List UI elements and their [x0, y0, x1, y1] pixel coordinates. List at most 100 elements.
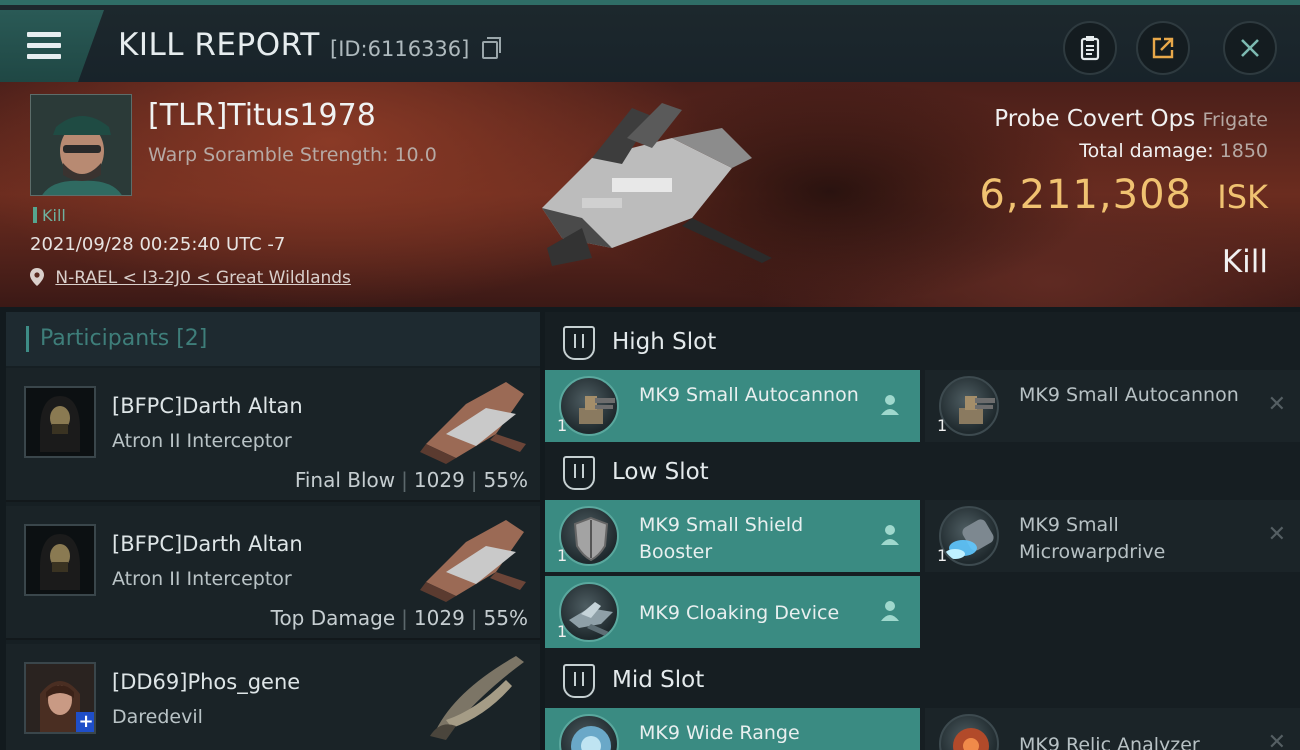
- total-damage: Total damage: 1850: [1079, 140, 1268, 162]
- cloaking-device-icon: [559, 582, 619, 642]
- location-link[interactable]: N-RAEL < I3-2J0 < Great Wildlands: [55, 268, 351, 288]
- participant-percent: 55%: [483, 468, 528, 492]
- autocannon-icon: [559, 376, 619, 436]
- destroyed-x-icon: ✕: [1267, 730, 1286, 750]
- kill-timestamp: 2021/09/28 00:25:40 UTC -7: [30, 234, 286, 255]
- module-quantity: 1: [557, 416, 568, 435]
- kill-location[interactable]: N-RAEL < I3-2J0 < Great Wildlands: [30, 268, 351, 288]
- module-name: MK9 Wide Range: [639, 722, 800, 744]
- participant-ship-image: [420, 382, 526, 464]
- participant-stats: Final Blow | 1029 | 55%: [294, 468, 528, 492]
- dropped-person-icon: [881, 395, 899, 415]
- isk-unit: ISK: [1217, 178, 1268, 216]
- low-slot-header: Low Slot: [545, 446, 1300, 502]
- participant-ship-image: [420, 520, 526, 602]
- participant-ship: Atron II Interceptor: [112, 430, 292, 452]
- autocannon-icon: [939, 376, 999, 436]
- low-slot-icon: [563, 456, 595, 490]
- participant-damage: 1029: [413, 468, 465, 492]
- scanner-icon: [559, 714, 619, 750]
- participant-avatar[interactable]: +: [24, 662, 96, 734]
- module-name: MK9 Small Autocannon: [1019, 384, 1239, 406]
- victim-name[interactable]: [TLR]Titus1978: [148, 98, 376, 133]
- clipboard-button[interactable]: [1063, 21, 1117, 75]
- participants-header: Participants [2]: [6, 312, 540, 366]
- close-button[interactable]: [1223, 21, 1277, 75]
- total-damage-label: Total damage:: [1079, 140, 1214, 162]
- mid-slot-header: Mid Slot: [545, 654, 1300, 710]
- participant-avatar[interactable]: [24, 524, 96, 596]
- fitting-panel: High Slot 1 MK9 Small Autocannon 1 MK9 S…: [545, 312, 1300, 750]
- relic-analyzer-icon: [939, 714, 999, 750]
- shield-booster-icon: [559, 506, 619, 566]
- slot-title: Mid Slot: [612, 667, 705, 693]
- module-quantity: 1: [557, 622, 568, 641]
- kill-result: Kill: [1221, 244, 1268, 280]
- ship-name-text: Probe Covert Ops: [994, 106, 1196, 132]
- kill-banner: [TLR]Titus1978 Warp Soramble Strength: 1…: [0, 82, 1300, 307]
- participants-panel: Participants [2] [BFPC]Darth Altan Atron…: [6, 312, 540, 750]
- module-quantity: 1: [557, 546, 568, 565]
- participant-avatar[interactable]: [24, 386, 96, 458]
- module-item[interactable]: 1 MK9 Cloaking Device: [545, 576, 920, 648]
- participant-name: [DD69]Phos_gene: [112, 670, 301, 694]
- dropped-person-icon: [881, 601, 899, 621]
- participant-row[interactable]: + [DD69]Phos_gene Daredevil: [6, 644, 540, 750]
- isk-value: 6,211,308: [979, 172, 1192, 218]
- module-quantity: 1: [937, 546, 948, 565]
- add-contact-icon[interactable]: +: [76, 712, 94, 732]
- victim-ship-image: [542, 103, 772, 266]
- page-title: KILL REPORT: [118, 27, 320, 63]
- destroyed-x-icon: ✕: [1267, 392, 1286, 417]
- module-item[interactable]: 1 MK9 Small Autocannon: [545, 370, 920, 442]
- clipboard-icon: [1080, 36, 1100, 61]
- module-item[interactable]: MK9 Wide Range: [545, 708, 920, 750]
- copy-icon[interactable]: [482, 37, 501, 59]
- module-name: MK9 Cloaking Device: [639, 602, 840, 624]
- module-name: MK9 Small Shield Booster: [639, 514, 804, 563]
- participant-name: [BFPC]Darth Altan: [112, 394, 303, 418]
- slot-title: Low Slot: [612, 459, 709, 485]
- microwarpdrive-icon: [939, 506, 999, 566]
- module-name: MK9 Small Microwarpdrive: [1019, 514, 1166, 563]
- title-bar: KILL REPORT [ID:6116336]: [0, 0, 1300, 82]
- share-button[interactable]: [1136, 21, 1190, 75]
- participant-ship: Atron II Interceptor: [112, 568, 292, 590]
- participant-role: Final Blow: [294, 468, 396, 492]
- menu-button[interactable]: [0, 10, 104, 82]
- high-slot-header: High Slot: [545, 316, 1300, 372]
- participants-title: Participants [2]: [40, 326, 208, 351]
- ship-class: Frigate: [1202, 109, 1268, 131]
- victim-avatar[interactable]: [30, 94, 132, 196]
- participant-name: [BFPC]Darth Altan: [112, 532, 303, 556]
- participant-role: Top Damage: [270, 606, 396, 630]
- participant-ship: Daredevil: [112, 706, 203, 728]
- module-name: MK9 Relic Analyzer: [1019, 734, 1200, 750]
- report-id: [ID:6116336]: [330, 37, 470, 61]
- participant-row[interactable]: [BFPC]Darth Altan Atron II Interceptor T…: [6, 506, 540, 640]
- location-pin-icon: [30, 268, 44, 286]
- module-item[interactable]: 1 MK9 Small Shield Booster: [545, 500, 920, 572]
- participant-stats: Top Damage | 1029 | 55%: [270, 606, 528, 630]
- kill-tag: Kill: [33, 206, 66, 225]
- dropped-person-icon: [881, 525, 899, 545]
- mid-slot-icon: [563, 664, 595, 698]
- warp-scramble-strength: Warp Soramble Strength: 10.0: [148, 144, 437, 166]
- participant-row[interactable]: [BFPC]Darth Altan Atron II Interceptor F…: [6, 368, 540, 502]
- participant-damage: 1029: [413, 606, 465, 630]
- participant-percent: 55%: [483, 606, 528, 630]
- high-slot-icon: [563, 326, 595, 360]
- module-name: MK9 Small Autocannon: [639, 384, 859, 406]
- hamburger-icon: [27, 32, 61, 65]
- total-damage-value: 1850: [1219, 140, 1268, 162]
- slot-title: High Slot: [612, 329, 717, 355]
- share-icon: [1152, 37, 1174, 59]
- module-quantity: 1: [937, 416, 948, 435]
- module-item[interactable]: MK9 Relic Analyzer ✕: [925, 708, 1300, 750]
- module-item[interactable]: 1 MK9 Small Autocannon ✕: [925, 370, 1300, 442]
- victim-ship-name[interactable]: Probe Covert Ops Frigate: [994, 106, 1268, 132]
- module-item[interactable]: 1 MK9 Small Microwarpdrive ✕: [925, 500, 1300, 572]
- participant-ship-image: [430, 656, 524, 740]
- close-icon: [1241, 39, 1259, 57]
- destroyed-x-icon: ✕: [1267, 522, 1286, 547]
